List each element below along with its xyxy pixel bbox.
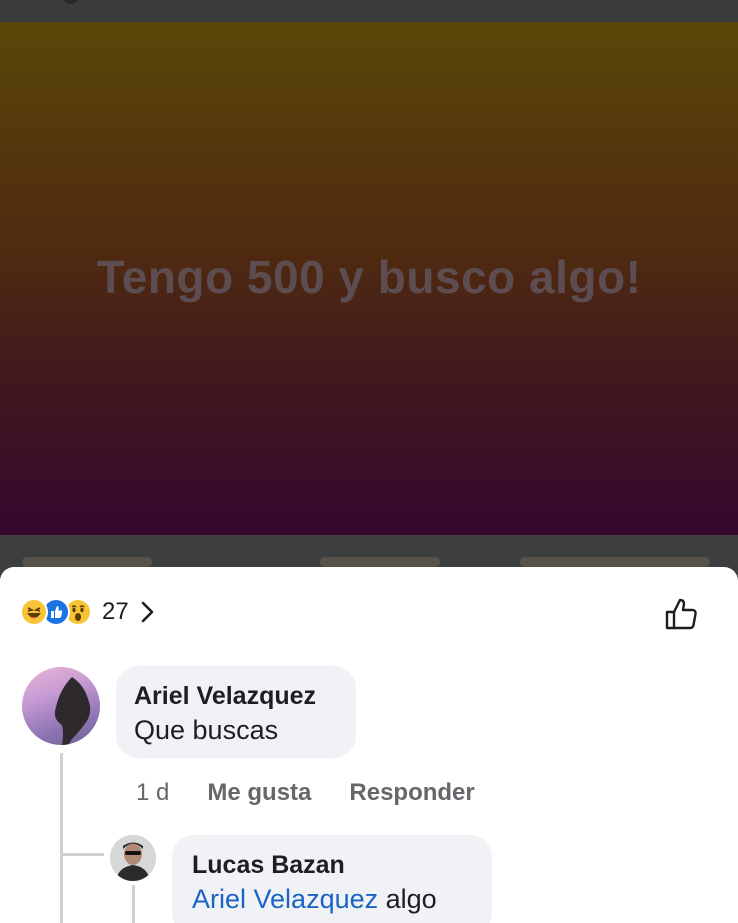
reply-text: Ariel Velazquez algo (192, 881, 472, 917)
dimmed-reactions-placeholder (22, 557, 152, 567)
comment-author[interactable]: Ariel Velazquez (134, 680, 338, 712)
thumbs-up-icon[interactable] (662, 595, 700, 633)
reply-author[interactable]: Lucas Bazan (192, 849, 472, 881)
top-strip-icon (64, 0, 78, 4)
post-text: Tengo 500 y busco algo! (96, 251, 642, 303)
reactions-summary[interactable]: 27 (20, 593, 157, 631)
chevron-right-icon (141, 601, 154, 623)
reply-thread-line (132, 885, 135, 923)
dimmed-comments-placeholder (320, 557, 440, 567)
comment-text: Que buscas (134, 715, 279, 745)
comments-sheet: 27 Ariel Velazquez Que buscas 1 d Me gus… (0, 567, 738, 923)
reply-bubble[interactable]: Lucas Bazan Ariel Velazquez algo (172, 835, 492, 923)
reply-button[interactable]: Responder (349, 779, 474, 807)
reactions-count: 27 (102, 598, 129, 625)
avatar-lucas-bazan[interactable] (110, 835, 156, 881)
avatar-ariel-velazquez[interactable] (22, 667, 100, 745)
thread-line (60, 753, 63, 923)
comment-bubble[interactable]: Ariel Velazquez Que buscas (116, 666, 356, 758)
reply-body: algo (385, 884, 437, 914)
comment-actions: 1 d Me gusta Responder (136, 779, 513, 807)
haha-icon (20, 598, 48, 626)
thread-branch (60, 853, 104, 856)
comment-time: 1 d (136, 779, 170, 806)
like-comment-button[interactable]: Me gusta (207, 779, 311, 807)
reply-mention[interactable]: Ariel Velazquez (192, 884, 378, 914)
dimmed-shares-placeholder (520, 557, 710, 567)
top-strip (0, 0, 738, 22)
screen: Tengo 500 y busco algo! 27 Ariel Velazqu… (0, 0, 738, 923)
